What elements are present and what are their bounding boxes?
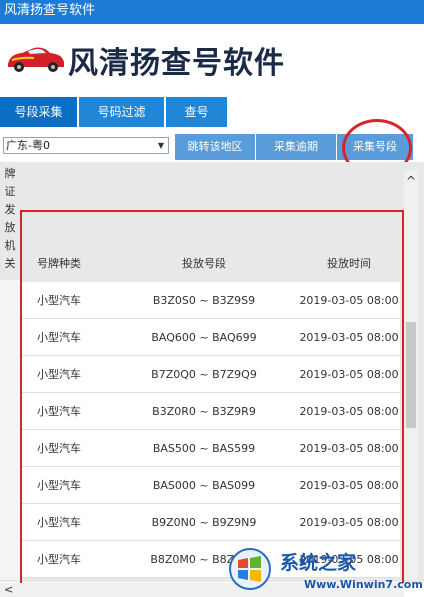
issuing-authority-label: 牌 证 发 放 机 关 (0, 165, 20, 273)
label-char: 关 (4, 257, 16, 270)
cell-segment: B9Z0N0 ~ B9Z9N9 (151, 516, 257, 529)
table-row[interactable]: 小型汽车 BAS000 ~ BAS099 2019-03-05 08:00 (20, 467, 400, 504)
cell-segment: B8Z0M0 ~ B8Z9M9 (150, 553, 258, 566)
region-select-value: 广东-粤0 (6, 139, 50, 152)
cell-plate-type: 小型汽车 (37, 331, 81, 344)
vertical-scrollbar[interactable]: ^ (404, 170, 418, 580)
cell-segment: BAS500 ~ BAS599 (152, 442, 256, 455)
scroll-thumb[interactable] (406, 322, 416, 428)
table-row[interactable]: 小型汽车 B7Z0Q0 ~ B7Z9Q9 2019-03-05 08:00 (20, 356, 400, 393)
cell-release-time: 2019-03-05 08:00 (299, 479, 399, 492)
label-char: 放 (4, 221, 16, 234)
cell-release-time: 2019-03-05 08:00 (299, 553, 399, 566)
main-tabs: 号段采集 号码过滤 查号 (0, 97, 424, 127)
cell-plate-type: 小型汽车 (37, 516, 81, 529)
cell-release-time: 2019-03-05 08:00 (299, 516, 399, 529)
cell-plate-type: 小型汽车 (37, 405, 81, 418)
toolbar: 广东-粤0 ▼ 跳转该地区 采集逾期 采集号段 (0, 130, 424, 162)
cell-plate-type: 小型汽车 (37, 553, 81, 566)
tab-number-filter[interactable]: 号码过滤 (79, 97, 165, 127)
cell-release-time: 2019-03-05 08:00 (299, 405, 399, 418)
collect-overdue-button[interactable]: 采集逾期 (256, 134, 336, 160)
table-row[interactable]: 小型汽车 B8Z0M0 ~ B8Z9M9 2019-03-05 08:00 (20, 541, 400, 578)
segment-table: 号牌种类 投放号段 投放时间 小型汽车 B3Z0S0 ~ B3Z9S9 2019… (20, 245, 400, 578)
cell-release-time: 2019-03-05 08:00 (299, 368, 399, 381)
collect-segment-button[interactable]: 采集号段 (337, 134, 413, 160)
cell-segment: BAS000 ~ BAS099 (152, 479, 256, 492)
cell-plate-type: 小型汽车 (37, 368, 81, 381)
table-row[interactable]: 小型汽车 B9Z0N0 ~ B9Z9N9 2019-03-05 08:00 (20, 504, 400, 541)
cell-segment: B3Z0R0 ~ B3Z9R9 (152, 405, 256, 418)
cell-segment: BAQ600 ~ BAQ699 (151, 331, 257, 344)
car-logo-icon (8, 47, 64, 72)
header-release-time[interactable]: 投放时间 (294, 245, 404, 282)
window-title: 风清扬查号软件 (0, 0, 424, 24)
cell-release-time: 2019-03-05 08:00 (299, 442, 399, 455)
region-select[interactable]: 广东-粤0 ▼ (3, 137, 169, 154)
cell-release-time: 2019-03-05 08:00 (299, 294, 399, 307)
tab-segment-collect[interactable]: 号段采集 (0, 97, 78, 127)
label-char: 机 (4, 239, 16, 252)
left-column-strip (0, 280, 20, 580)
table-row[interactable]: 小型汽车 B3Z0S0 ~ B3Z9S9 2019-03-05 08:00 (20, 282, 400, 319)
jump-region-button[interactable]: 跳转该地区 (175, 134, 255, 160)
table-row[interactable]: 小型汽车 BAQ600 ~ BAQ699 2019-03-05 08:00 (20, 319, 400, 356)
chevron-up-icon[interactable]: ^ (404, 174, 418, 188)
header-segment[interactable]: 投放号段 (144, 245, 264, 282)
cell-release-time: 2019-03-05 08:00 (299, 331, 399, 344)
chevron-down-icon: ▼ (157, 141, 165, 150)
tab-lookup[interactable]: 查号 (166, 97, 228, 127)
label-char: 证 (4, 185, 16, 198)
label-char: 牌 (4, 167, 16, 180)
cell-plate-type: 小型汽车 (37, 442, 81, 455)
cell-plate-type: 小型汽车 (37, 479, 81, 492)
table-row[interactable]: 小型汽车 B3Z0R0 ~ B3Z9R9 2019-03-05 08:00 (20, 393, 400, 430)
cell-segment: B7Z0Q0 ~ B7Z9Q9 (151, 368, 257, 381)
cell-plate-type: 小型汽车 (37, 294, 81, 307)
table-row[interactable]: 小型汽车 BAS500 ~ BAS599 2019-03-05 08:00 (20, 430, 400, 467)
banner-title: 风清扬查号软件 (68, 46, 285, 81)
table-header: 号牌种类 投放号段 投放时间 (20, 245, 400, 282)
chevron-left-icon[interactable]: < (4, 583, 13, 597)
label-char: 发 (4, 203, 16, 216)
header-plate-type[interactable]: 号牌种类 (37, 245, 81, 282)
cell-segment: B3Z0S0 ~ B3Z9S9 (152, 294, 256, 307)
horizontal-scrollbar[interactable]: < (0, 583, 404, 597)
app-banner: 风清扬查号软件 (0, 24, 424, 94)
